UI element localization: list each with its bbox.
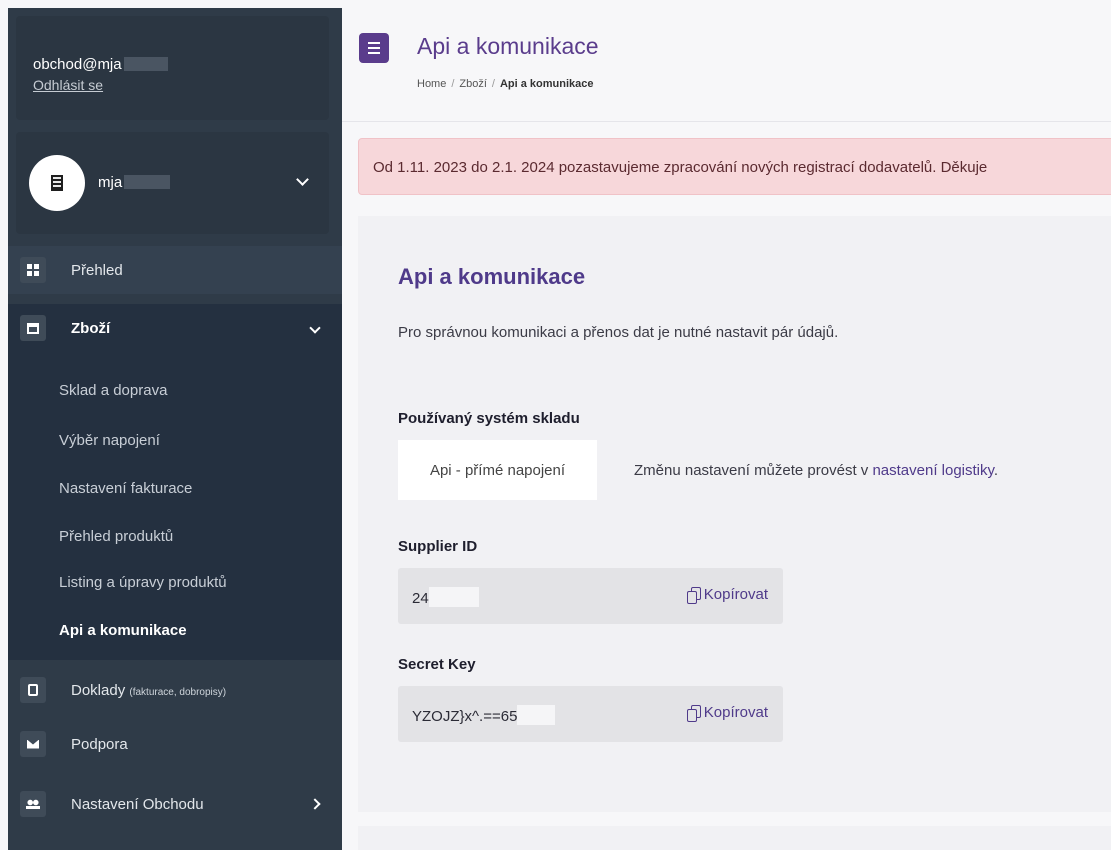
copy-secret-key-button[interactable]: Kopírovat xyxy=(686,704,768,722)
clipboard-icon xyxy=(20,677,46,703)
menu-toggle-button[interactable] xyxy=(359,33,389,63)
user-box: obchod@mja Odhlásit se xyxy=(16,16,329,120)
submenu-item-sklad[interactable]: Sklad a doprava xyxy=(59,382,167,399)
alert-text: Od 1.11. 2023 do 2.1. 2024 pozastavujeme… xyxy=(373,159,988,176)
breadcrumb-home[interactable]: Home xyxy=(417,78,446,90)
mail-icon xyxy=(20,731,46,757)
system-value: Api - přímé napojení xyxy=(398,440,597,500)
grid-icon xyxy=(20,257,46,283)
submenu-item-vyber-napojeni[interactable]: Výběr napojení xyxy=(59,432,160,449)
api-card: Api a komunikace Pro správnou komunikaci… xyxy=(358,216,1111,812)
sidebar-item-label: Nastavení Obchodu xyxy=(71,795,204,813)
user-email: obchod@mja xyxy=(33,56,168,73)
submenu-item-api[interactable]: Api a komunikace xyxy=(59,622,187,639)
header-divider xyxy=(342,121,1111,122)
sidebar-item-label: Podpora xyxy=(71,735,128,753)
card-title: Api a komunikace xyxy=(398,264,586,289)
copy-icon xyxy=(686,586,701,604)
submenu-item-prehled-produktu[interactable]: Přehled produktů xyxy=(59,528,173,545)
logistics-settings-link[interactable]: nastavení logistiky xyxy=(872,462,993,479)
submenu-item-fakturace[interactable]: Nastavení fakturace xyxy=(59,480,192,497)
sidebar-item-zbozi[interactable]: Zboží xyxy=(8,304,342,352)
building-icon xyxy=(51,175,63,191)
box-icon xyxy=(20,315,46,341)
sidebar-item-nastaveni[interactable]: Nastavení Obchodu xyxy=(8,780,342,828)
chevron-down-icon xyxy=(309,322,321,334)
breadcrumb: Home / Zboží / Api a komunikace xyxy=(417,78,594,90)
sidebar-item-label: Doklady (fakturace, dobropisy) xyxy=(71,681,227,699)
users-icon xyxy=(20,791,46,817)
secret-key-field: YZOJZ}x^.==65 Kopírovat xyxy=(398,686,783,742)
breadcrumb-current: Api a komunikace xyxy=(499,78,594,90)
card-description: Pro správnou komunikaci a přenos dat je … xyxy=(398,324,839,341)
alert-banner: Od 1.11. 2023 do 2.1. 2024 pozastavujeme… xyxy=(358,138,1111,195)
sidebar: obchod@mja Odhlásit se mja Přehled Zboží… xyxy=(0,0,342,850)
chevron-right-icon xyxy=(309,798,321,810)
supplier-id-value: 24 xyxy=(412,587,479,607)
sidebar-item-podpora[interactable]: Podpora xyxy=(8,720,342,768)
breadcrumb-zbozi[interactable]: Zboží xyxy=(459,78,487,90)
secret-key-label: Secret Key xyxy=(398,656,476,673)
shop-avatar xyxy=(29,155,85,211)
copy-icon xyxy=(686,704,701,722)
sidebar-item-label: Zboží xyxy=(71,319,111,337)
chevron-down-icon xyxy=(296,173,309,186)
supplier-id-field: 24 Kopírovat xyxy=(398,568,783,624)
submenu-zbozi: Sklad a doprava Výběr napojení Nastavení… xyxy=(8,352,342,660)
shop-switcher[interactable]: mja xyxy=(16,132,329,234)
sidebar-item-label: Přehled xyxy=(71,261,123,279)
logout-link[interactable]: Odhlásit se xyxy=(33,77,103,93)
submenu-item-listing[interactable]: Listing a úpravy produktů xyxy=(59,574,227,591)
system-label: Používaný systém skladu xyxy=(398,410,580,427)
system-note: Změnu nastavení můžete provést v nastave… xyxy=(634,462,999,479)
shop-name: mja xyxy=(98,174,171,191)
sidebar-item-prehled[interactable]: Přehled xyxy=(8,246,342,294)
sidebar-item-doklady[interactable]: Doklady (fakturace, dobropisy) xyxy=(8,666,342,714)
secret-key-value: YZOJZ}x^.==65 xyxy=(412,705,556,725)
supplier-id-label: Supplier ID xyxy=(398,538,478,555)
copy-supplier-id-button[interactable]: Kopírovat xyxy=(686,586,768,604)
next-card xyxy=(358,826,1111,850)
page-title: Api a komunikace xyxy=(417,33,599,59)
